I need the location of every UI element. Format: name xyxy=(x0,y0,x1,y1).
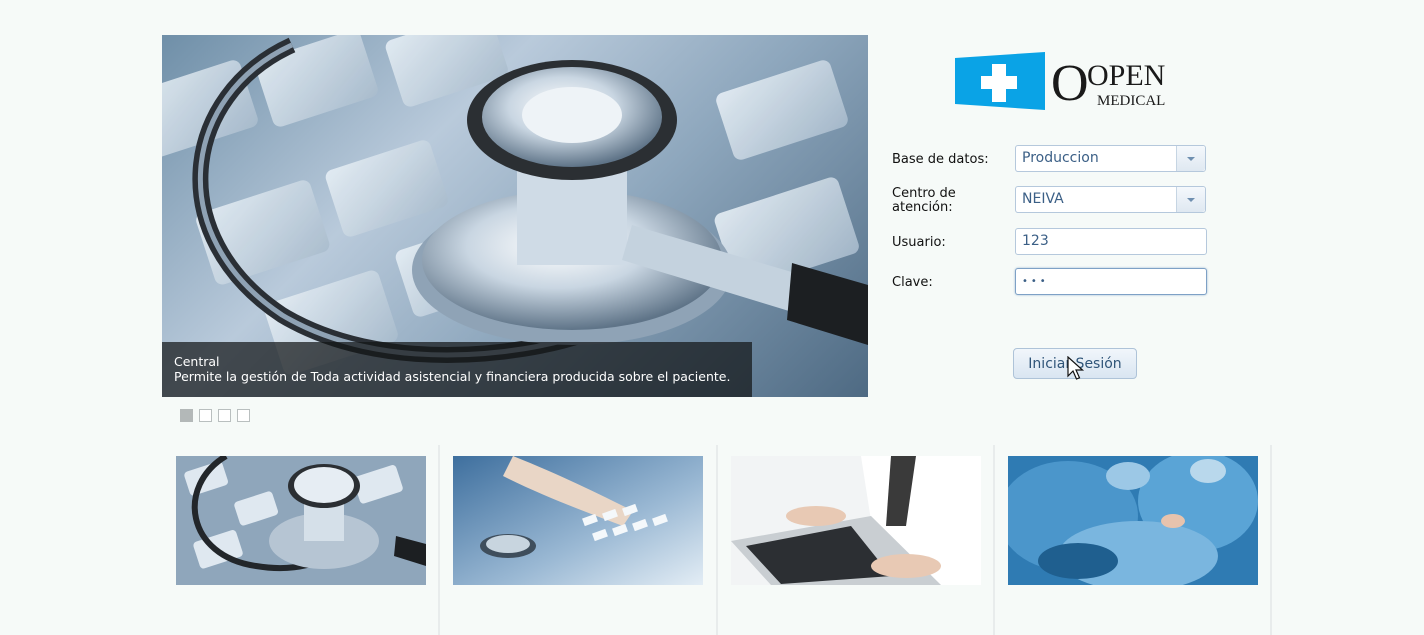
database-select-value: Produccion xyxy=(1022,150,1099,166)
slide-caption: Central Permite la gestión de Toda activ… xyxy=(162,342,752,397)
logo-letter-o: O xyxy=(1051,55,1089,112)
slider-pager-dot-1[interactable] xyxy=(180,409,193,422)
column-divider xyxy=(716,445,718,635)
password-label: Clave: xyxy=(892,275,933,290)
hero-slide-image[interactable]: Central Permite la gestión de Toda activ… xyxy=(162,35,868,397)
user-input[interactable]: 123 xyxy=(1015,228,1207,255)
slider-pager-dot-4[interactable] xyxy=(237,409,250,422)
slider-pager-dot-2[interactable] xyxy=(199,409,212,422)
logo-brand-top: OPEN xyxy=(1087,59,1165,92)
column-divider xyxy=(438,445,440,635)
slider-pager xyxy=(180,409,250,422)
center-select[interactable]: NEIVA xyxy=(1015,186,1206,213)
column-divider xyxy=(1270,445,1272,635)
password-input[interactable]: ••• xyxy=(1015,268,1207,295)
mouse-pointer-icon xyxy=(1067,356,1085,380)
column-divider xyxy=(993,445,995,635)
thumbnail-doctor-laptop[interactable] xyxy=(731,456,981,585)
logo-brand-bottom: MEDICAL xyxy=(1097,93,1165,109)
thumbnail-surgery-team[interactable] xyxy=(1008,456,1258,585)
open-medical-logo: O OPEN MEDICAL xyxy=(955,52,1205,112)
slider-pager-dot-3[interactable] xyxy=(218,409,231,422)
database-select[interactable]: Produccion xyxy=(1015,145,1206,172)
thumbnail-hand-typing[interactable] xyxy=(453,456,703,585)
slide-caption-text: Permite la gestión de Toda actividad asi… xyxy=(174,369,731,384)
database-label: Base de datos: xyxy=(892,152,989,167)
thumbnail-stethoscope-keyboard[interactable] xyxy=(176,456,426,585)
center-label: Centro de atención: xyxy=(892,186,956,215)
chevron-down-icon[interactable] xyxy=(1176,187,1205,212)
center-select-value: NEIVA xyxy=(1022,191,1064,207)
chevron-down-icon[interactable] xyxy=(1176,146,1205,171)
user-label: Usuario: xyxy=(892,235,946,250)
slide-caption-title: Central xyxy=(174,354,220,369)
